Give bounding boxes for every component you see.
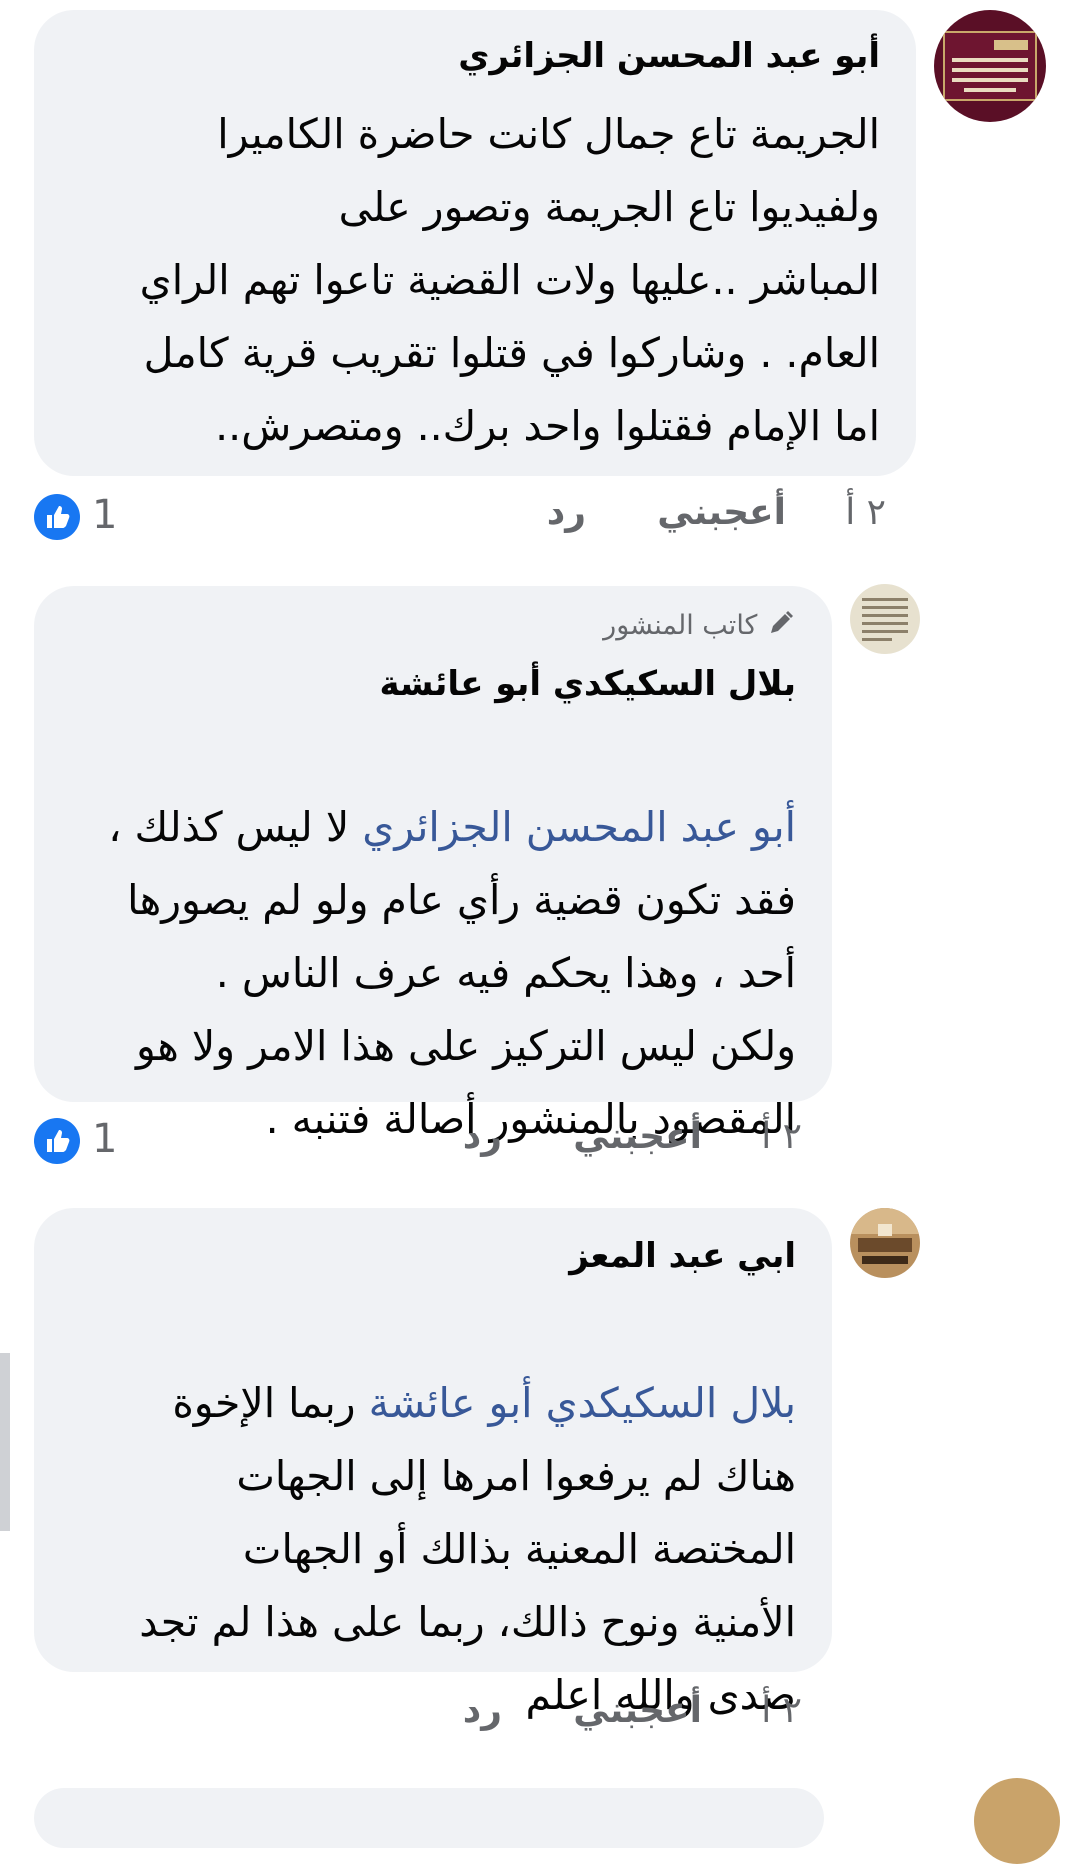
avatar-image — [934, 10, 1046, 122]
avatar-image — [850, 1208, 920, 1278]
comment-text: الجريمة تاع جمال كانت حاضرة الكاميرا ولف… — [139, 110, 880, 450]
comment-text-rest: هناك لم يرفعوا امرها إلى الجهات المختصة … — [139, 1452, 796, 1719]
reaction-count: 1 — [92, 1116, 118, 1162]
comment-text-rest: فقد تكون قضية رأي عام ولو لم يصورها أحد … — [127, 876, 796, 1143]
comment-author[interactable]: بلال السكيكدي أبو عائشة — [379, 664, 796, 704]
reply-button[interactable]: رد — [547, 492, 586, 533]
comment-actions: ٢ أ أعجبني رد — [34, 1690, 802, 1740]
comment-text: بلال السكيكدي أبو عائشة ربما الإخوة هناك … — [139, 1294, 796, 1732]
like-button[interactable]: أعجبني — [573, 1116, 702, 1157]
reaction-summary[interactable]: 1 — [34, 492, 124, 542]
reaction-count: 1 — [92, 492, 118, 538]
avatar[interactable] — [934, 10, 1046, 122]
comment-text-first-line: لا ليس كذلك ، — [108, 803, 363, 851]
avatar-image — [850, 584, 920, 654]
comment-author[interactable]: ابي عبد المعز — [569, 1236, 796, 1276]
comment-text: أبو عبد المحسن الجزائري لا ليس كذلك ، فقد… — [108, 718, 796, 1156]
comment-actions: ٢ أ أعجبني رد — [34, 1116, 802, 1166]
comment-bubble: كاتب المنشور بلال السكيكدي أبو عائشة أبو… — [34, 586, 832, 1143]
comment-time[interactable]: ٢ أ — [761, 1690, 802, 1731]
comment-bubble: أبو عبد المحسن الجزائري الجريمة تاع جمال… — [34, 10, 916, 476]
avatar[interactable] — [850, 1208, 920, 1278]
comment-time[interactable]: ٢ أ — [761, 1116, 802, 1157]
comment-actions: ٢ أ أعجبني رد — [34, 492, 886, 542]
avatar[interactable] — [974, 1778, 1060, 1864]
like-button[interactable]: أعجبني — [657, 492, 786, 533]
avatar[interactable] — [850, 584, 920, 654]
comment-bubble — [34, 1788, 824, 1848]
comment-text-first-line: ربما الإخوة — [172, 1379, 369, 1427]
thumbs-up-icon — [34, 1118, 80, 1164]
reply-button[interactable]: رد — [463, 1116, 502, 1157]
author-badge: كاتب المنشور — [603, 608, 796, 645]
mention-link[interactable]: بلال السكيكدي أبو عائشة — [369, 1379, 796, 1427]
like-button[interactable]: أعجبني — [573, 1690, 702, 1731]
comment-time[interactable]: ٢ أ — [845, 492, 886, 533]
thumbs-up-icon — [34, 494, 80, 540]
scrollbar[interactable] — [0, 1353, 10, 1531]
reaction-summary[interactable]: 1 — [34, 1116, 124, 1166]
reply-button[interactable]: رد — [463, 1690, 502, 1731]
comment-bubble: ابي عبد المعز بلال السكيكدي أبو عائشة رب… — [34, 1208, 832, 1719]
author-badge-label: كاتب المنشور — [603, 610, 758, 641]
mention-link[interactable]: أبو عبد المحسن الجزائري — [362, 803, 796, 851]
pencil-icon — [766, 608, 796, 645]
comment-author[interactable]: أبو عبد المحسن الجزائري — [458, 36, 880, 76]
